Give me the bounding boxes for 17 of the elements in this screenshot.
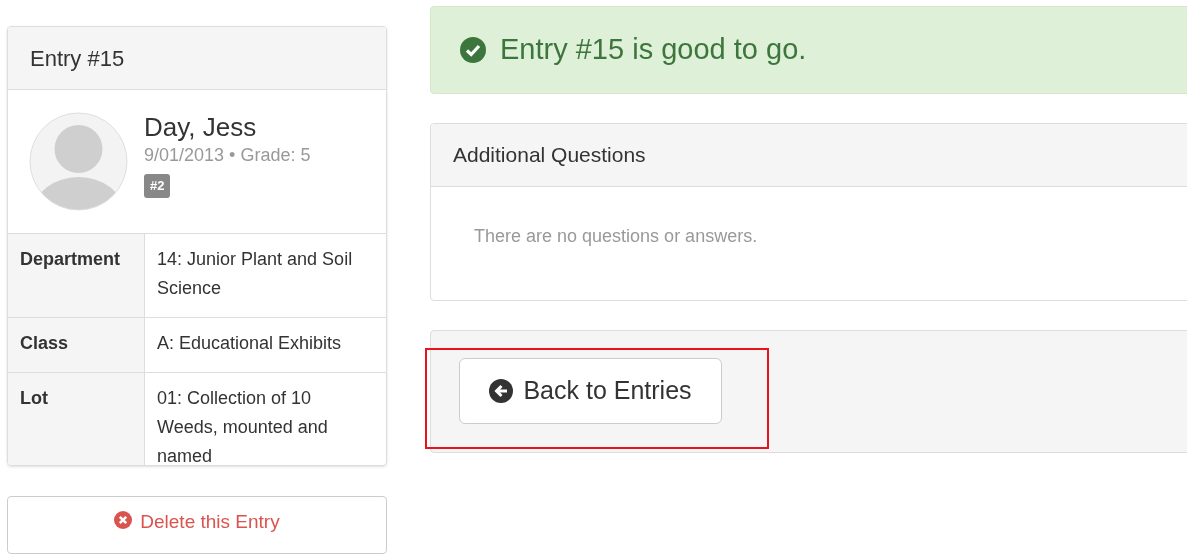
alert-message: Entry #15 is good to go.	[500, 32, 807, 68]
person-details: 9/01/2013 • Grade: 5	[144, 144, 311, 167]
field-value: A: Educational Exhibits	[156, 332, 343, 355]
panel-title: Additional Questions	[453, 142, 646, 169]
field-label: Class	[8, 318, 145, 372]
number-badge: #2	[144, 174, 171, 198]
check-circle-icon	[460, 37, 486, 63]
empty-message: There are no questions or answers.	[474, 226, 758, 246]
field-value: 14: Junior Plant and Soil Science	[156, 248, 354, 300]
card-title: Entry #15	[30, 44, 125, 73]
field-label: Lot	[8, 373, 145, 466]
field-label: Department	[8, 234, 145, 317]
delete-button[interactable]: Delete this Entry	[7, 496, 387, 554]
back-button[interactable]: Back to Entries	[459, 358, 722, 424]
field-value: 01: Collection of 10 Weeds, mounted and named	[156, 387, 329, 466]
person-name: Day, Jess	[144, 112, 257, 142]
close-icon	[114, 511, 133, 530]
